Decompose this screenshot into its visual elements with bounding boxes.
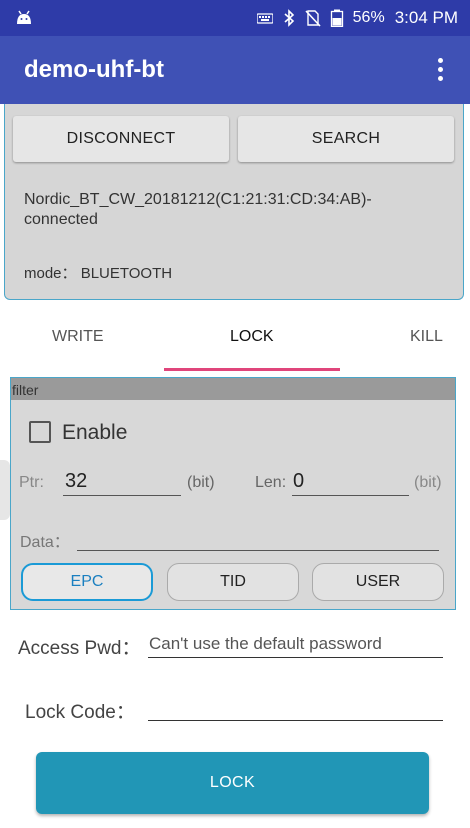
ptr-unit: (bit) <box>187 474 215 491</box>
tab-lock[interactable]: LOCK <box>230 328 274 346</box>
enable-checkbox[interactable] <box>29 421 51 443</box>
lock-code-underline <box>148 720 443 721</box>
access-pwd-label: Access Pwd： <box>18 638 141 659</box>
more-vert-icon[interactable] <box>434 58 446 84</box>
keyboard-icon <box>256 13 273 24</box>
access-pwd-input[interactable]: Can't use the default password <box>149 634 382 654</box>
filter-title: filter <box>12 382 39 398</box>
app-title: demo-uhf-bt <box>24 56 164 83</box>
ptr-input[interactable]: 32 <box>65 470 87 493</box>
lock-button[interactable]: LOCK <box>36 752 429 814</box>
filter-panel: filter Enable Ptr: 32 (bit) Len: 0 (bit)… <box>10 377 456 610</box>
tab-kill[interactable]: KILL <box>410 328 443 346</box>
ptr-underline <box>63 495 181 496</box>
tab-write[interactable]: WRITE <box>52 328 104 346</box>
disconnect-button[interactable]: DISCONNECT <box>13 116 229 162</box>
search-button[interactable]: SEARCH <box>238 116 454 162</box>
bank-epc-button[interactable]: EPC <box>21 563 153 601</box>
data-underline <box>77 550 439 551</box>
no-sim-icon <box>305 10 321 27</box>
lock-code-label: Lock Code： <box>25 702 135 723</box>
data-label: Data： <box>20 534 70 551</box>
side-drawer-handle[interactable] <box>0 460 10 520</box>
len-unit: (bit) <box>414 474 442 491</box>
tab-indicator <box>164 368 340 371</box>
mode-label: mode： BLUETOOTH <box>24 265 173 282</box>
connection-panel: DISCONNECT SEARCH Nordic_BT_CW_20181212(… <box>4 104 464 300</box>
connection-status: Nordic_BT_CW_20181212(C1:21:31:CD:34:AB)… <box>24 191 372 228</box>
len-underline <box>292 495 409 496</box>
bank-user-button[interactable]: USER <box>312 563 444 601</box>
app-bar: demo-uhf-bt <box>0 36 470 104</box>
len-input[interactable]: 0 <box>293 470 304 493</box>
ptr-label: Ptr: <box>19 474 44 491</box>
clock: 3:04 PM <box>394 8 458 27</box>
battery-icon <box>330 9 343 27</box>
battery-percent: 56% <box>352 9 385 26</box>
tab-bar: WRITE LOCK KILL <box>0 300 470 372</box>
bluetooth-icon <box>284 9 294 27</box>
filter-header: filter <box>11 378 455 400</box>
len-label: Len: <box>255 474 287 491</box>
enable-label: Enable <box>62 421 128 444</box>
android-icon <box>17 10 31 24</box>
access-pwd-underline <box>148 657 443 658</box>
status-bar: 56% 3:04 PM <box>0 0 470 36</box>
bank-tid-button[interactable]: TID <box>167 563 299 601</box>
